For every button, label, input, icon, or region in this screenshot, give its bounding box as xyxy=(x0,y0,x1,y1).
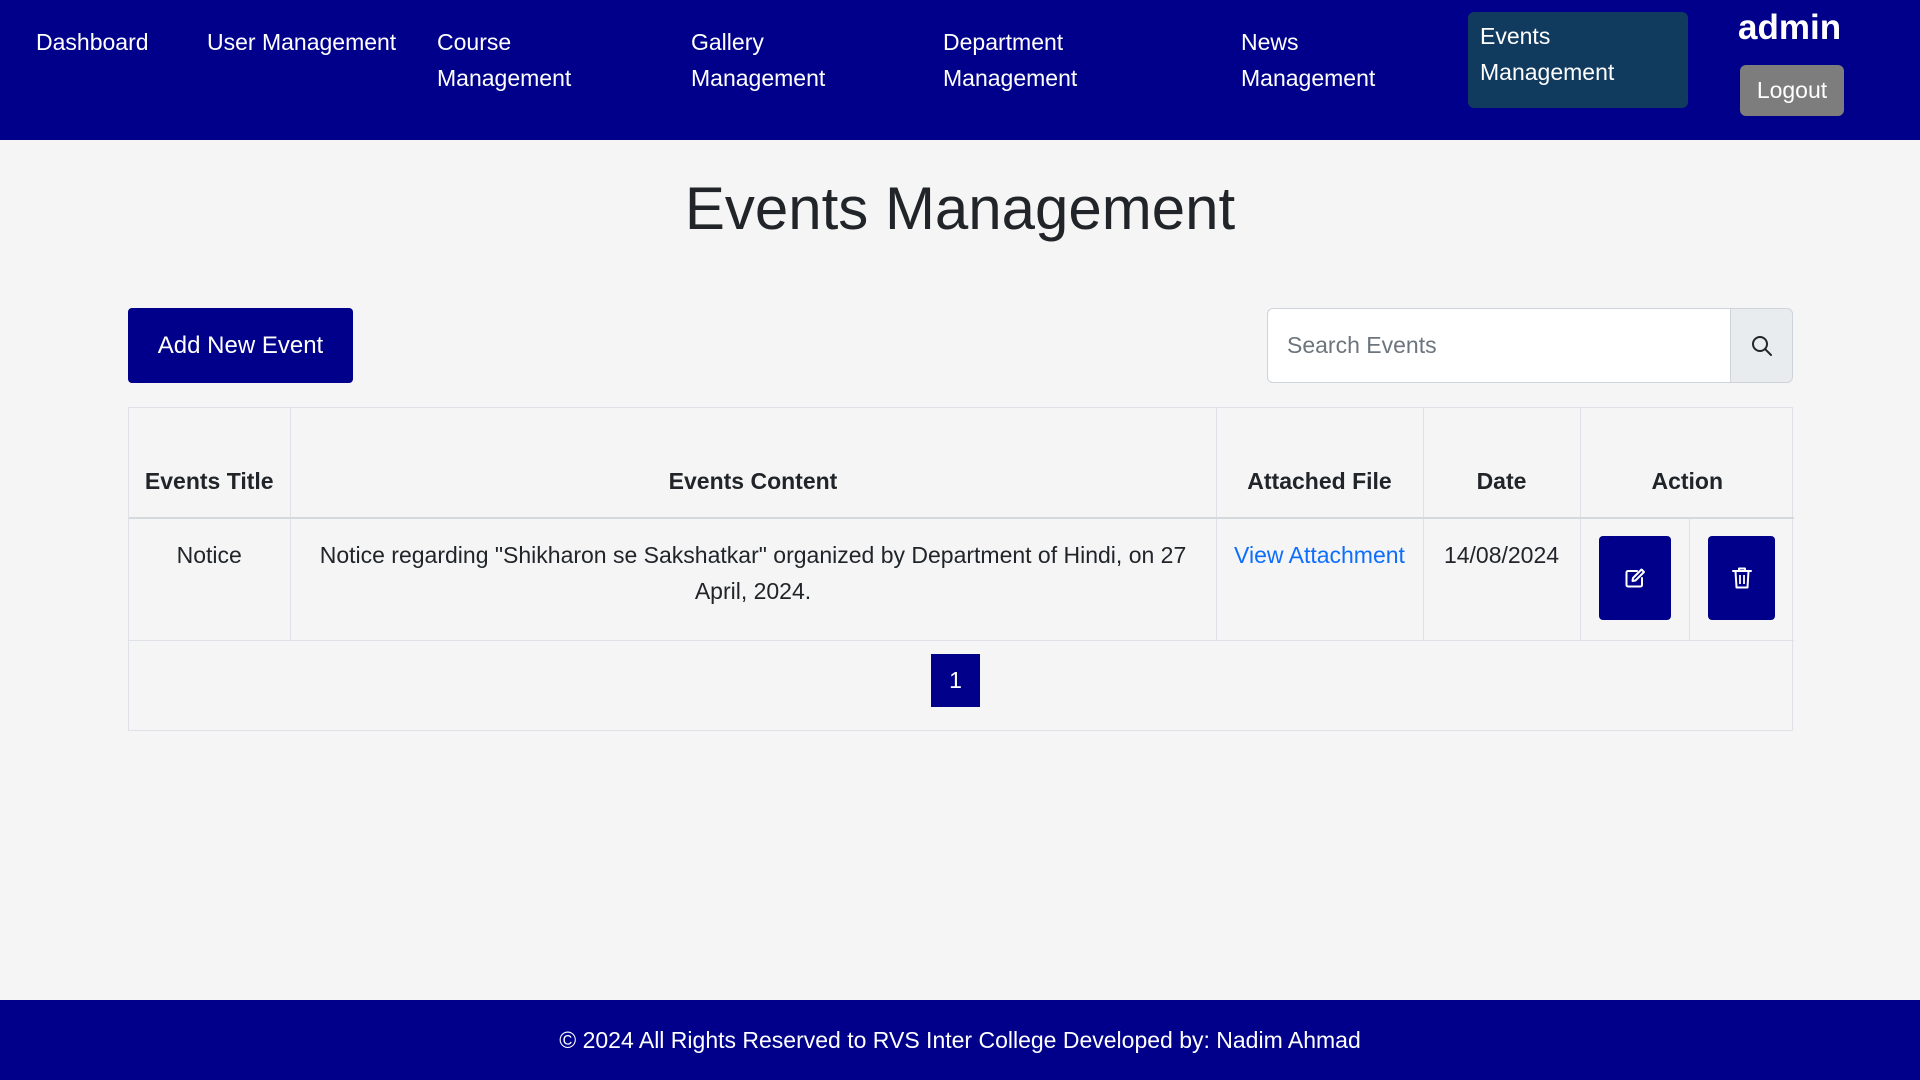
nav-dashboard[interactable]: Dashboard xyxy=(36,24,149,60)
nav-gallery-management[interactable]: Gallery Management xyxy=(691,24,881,96)
nav-user-management[interactable]: User Management xyxy=(207,24,397,60)
search-icon xyxy=(1751,335,1772,356)
search-events-input[interactable] xyxy=(1267,308,1730,383)
nav-course-management[interactable]: Course Management xyxy=(437,24,627,96)
view-attachment-link[interactable]: View Attachment xyxy=(1234,542,1405,568)
delete-event-button[interactable] xyxy=(1708,536,1776,620)
admin-username: admin xyxy=(1738,8,1842,47)
trash-icon xyxy=(1731,567,1752,589)
pagination: 1 xyxy=(129,640,1792,730)
page-title: Events Management xyxy=(684,175,1236,242)
page: Dashboard User Management Course Managem… xyxy=(0,0,1920,1080)
event-content-cell: Notice regarding "Shikharon se Sakshatka… xyxy=(289,517,1217,641)
delete-action-cell xyxy=(1688,517,1794,641)
search-button[interactable] xyxy=(1730,308,1793,383)
logout-button[interactable]: Logout xyxy=(1740,65,1844,116)
column-header-date: Date xyxy=(1422,408,1581,519)
event-title-cell: Notice xyxy=(129,517,291,641)
attached-file-cell: View Attachment xyxy=(1215,517,1424,641)
column-header-events-title: Events Title xyxy=(129,408,291,519)
nav-department-management[interactable]: Department Management xyxy=(943,24,1163,96)
column-header-events-content: Events Content xyxy=(289,408,1217,519)
page-1-button[interactable]: 1 xyxy=(931,654,980,707)
edit-event-button[interactable] xyxy=(1598,536,1671,620)
table-row: Notice Notice regarding "Shikharon se Sa… xyxy=(129,517,1794,641)
footer: © 2024 All Rights Reserved to RVS Inter … xyxy=(0,1000,1920,1080)
event-date-cell: 14/08/2024 xyxy=(1422,517,1581,641)
events-table-container: Events Title Events Content Attached Fil… xyxy=(128,407,1794,731)
top-navbar: Dashboard User Management Course Managem… xyxy=(0,0,1920,140)
table-header-row: Events Title Events Content Attached Fil… xyxy=(129,408,1794,519)
footer-copyright-text: © 2024 All Rights Reserved to RVS Inter … xyxy=(559,1026,1361,1053)
events-table: Events Title Events Content Attached Fil… xyxy=(129,408,1794,641)
column-header-attached-file: Attached File xyxy=(1215,408,1424,519)
search-bar xyxy=(1267,308,1793,383)
edit-action-cell xyxy=(1579,517,1690,641)
nav-events-management[interactable]: Events Management xyxy=(1468,12,1688,108)
edit-icon xyxy=(1625,568,1645,588)
add-new-event-button[interactable]: Add New Event xyxy=(128,308,353,383)
column-header-action: Action xyxy=(1579,408,1794,519)
nav-news-management[interactable]: News Management xyxy=(1241,24,1431,96)
